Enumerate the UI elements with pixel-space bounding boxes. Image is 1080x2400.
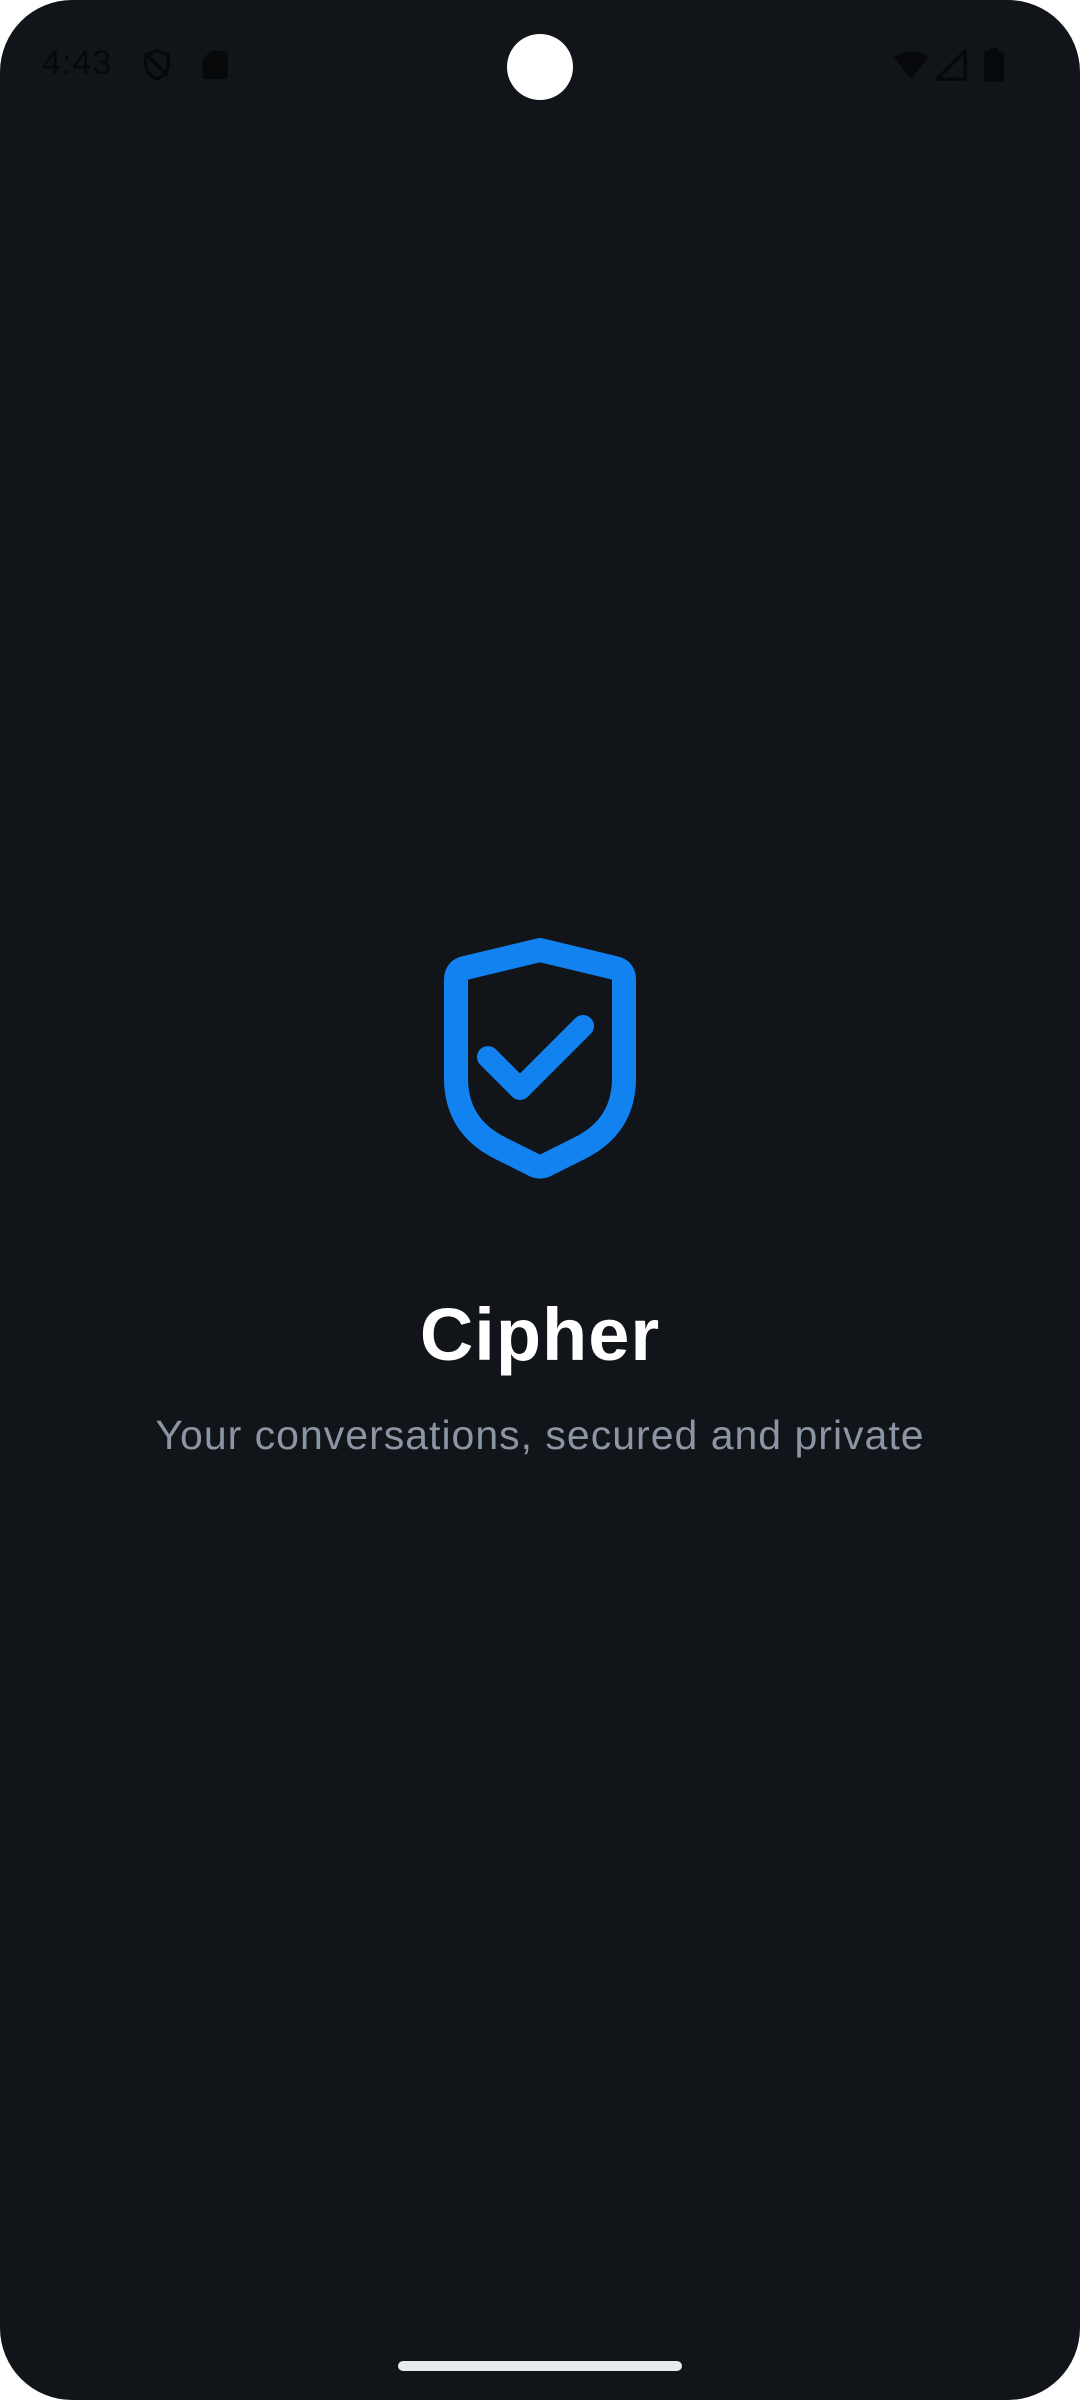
status-bar: 4:43 xyxy=(0,0,1080,130)
home-gesture-bar[interactable] xyxy=(398,2361,682,2371)
wifi-icon xyxy=(894,51,928,79)
shield-check-icon xyxy=(444,938,636,1179)
app-tagline: Your conversations, secured and private xyxy=(155,1412,925,1458)
sd-card-icon xyxy=(202,50,228,80)
status-time: 4:43 xyxy=(42,44,113,82)
app-title: Cipher xyxy=(419,1293,661,1376)
phone-screen: 4:43 Cipher Your conversations, secured … xyxy=(0,0,1080,2400)
shield-off-icon xyxy=(143,49,171,81)
cell-signal-icon xyxy=(935,49,967,81)
battery-icon xyxy=(984,48,1004,82)
front-camera xyxy=(507,34,573,100)
